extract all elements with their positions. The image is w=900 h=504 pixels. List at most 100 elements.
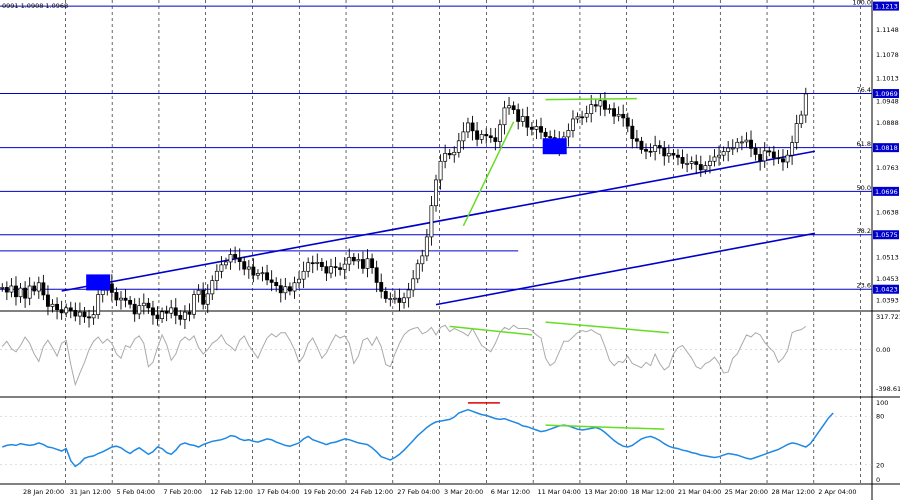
candle-body bbox=[520, 116, 525, 122]
candle-body bbox=[388, 298, 393, 300]
candle-body bbox=[59, 309, 64, 314]
time-axis-label: 18 Mar 12:00 bbox=[631, 488, 674, 496]
price-axis-label: 1.1013 bbox=[876, 74, 899, 82]
signal-marker bbox=[86, 274, 111, 291]
indicator1-min-label: -398.612 bbox=[876, 385, 900, 393]
candle-body bbox=[529, 126, 534, 130]
candle-body bbox=[612, 108, 617, 117]
candle-body bbox=[580, 116, 585, 119]
candle-body bbox=[150, 307, 155, 316]
candle-body bbox=[411, 278, 416, 291]
candle-body bbox=[543, 131, 548, 137]
candle-body bbox=[443, 153, 448, 162]
candle-body bbox=[799, 114, 804, 124]
candle-body bbox=[539, 126, 543, 133]
time-axis-label: 28 Mar 12:00 bbox=[771, 488, 814, 496]
candle-body bbox=[497, 124, 502, 142]
candle-body bbox=[237, 257, 242, 262]
candle-body bbox=[114, 292, 119, 301]
candle-body bbox=[735, 141, 740, 149]
candle-body bbox=[338, 267, 343, 270]
fib-price-tag-text: 1.0423 bbox=[875, 286, 898, 294]
candle-body bbox=[18, 287, 23, 298]
fib-price-tag-text: 1.0696 bbox=[875, 188, 898, 196]
candle-body bbox=[625, 117, 630, 127]
signal-marker bbox=[542, 138, 567, 155]
candle-body bbox=[333, 266, 338, 269]
time-axis-label: 6 Mar 12:00 bbox=[491, 488, 530, 496]
candle-body bbox=[233, 254, 238, 259]
candle-body bbox=[301, 270, 306, 280]
candle-body bbox=[255, 273, 260, 276]
chart-svg: 100.0 76.4 61.8 50.0 38.2 23.6 28 Jan 20:00 31… bbox=[0, 0, 900, 500]
candle-body bbox=[370, 258, 375, 269]
candle-body bbox=[0, 287, 5, 289]
price-axis-label: 1.0888 bbox=[876, 119, 899, 127]
candle-body bbox=[374, 267, 379, 283]
candle-body bbox=[438, 160, 443, 181]
candle-body bbox=[87, 316, 91, 319]
chart-root: 100.0 76.4 61.8 50.0 38.2 23.6 28 Jan 20:00 31… bbox=[0, 0, 900, 500]
candle-body bbox=[283, 286, 288, 294]
time-axis-label: 12 Feb 12:00 bbox=[210, 488, 253, 496]
price-axis-label: 1.0393 bbox=[876, 296, 899, 304]
candle-body bbox=[41, 282, 46, 296]
candle-body bbox=[484, 134, 489, 137]
candle-body bbox=[758, 154, 763, 162]
candle-body bbox=[55, 303, 60, 310]
candle-body bbox=[246, 266, 251, 270]
time-axis-label: 11 Mar 04:00 bbox=[538, 488, 581, 496]
candle-body bbox=[182, 311, 187, 320]
candle-body bbox=[685, 163, 690, 165]
candle-body bbox=[589, 104, 594, 114]
time-axis-label: 27 Feb 04:00 bbox=[397, 488, 440, 496]
candle-body bbox=[73, 310, 78, 317]
candle-body bbox=[794, 123, 799, 143]
candle-body bbox=[342, 263, 347, 270]
candle-body bbox=[329, 266, 333, 274]
candle-body bbox=[525, 116, 530, 128]
candle-body bbox=[178, 315, 183, 320]
candle-body bbox=[575, 116, 580, 120]
candle-body bbox=[534, 126, 539, 130]
candle-body bbox=[324, 266, 329, 274]
candle-body bbox=[593, 104, 598, 107]
candle-body bbox=[201, 289, 206, 305]
candle-body bbox=[68, 307, 73, 311]
candle-body bbox=[648, 150, 653, 153]
time-axis-label: 3 Mar 20:00 bbox=[444, 488, 483, 496]
candle-body bbox=[639, 140, 644, 150]
candle-body bbox=[717, 154, 722, 158]
candle-body bbox=[644, 149, 648, 152]
candle-body bbox=[187, 311, 192, 315]
candle-body bbox=[361, 259, 365, 269]
candle-body bbox=[242, 261, 247, 270]
price-axis-label: 1.0453 bbox=[876, 275, 899, 283]
candle-body bbox=[456, 140, 461, 153]
candle-body bbox=[292, 282, 297, 292]
candle-body bbox=[698, 164, 703, 171]
candle-body bbox=[141, 302, 146, 307]
time-axis-label: 13 Mar 20:00 bbox=[584, 488, 627, 496]
candle-body bbox=[109, 283, 114, 293]
candle-body bbox=[146, 302, 151, 309]
time-axis-label: 17 Feb 04:00 bbox=[257, 488, 300, 496]
candle-body bbox=[45, 294, 50, 307]
fib-price-tag-text: 1.1213 bbox=[875, 3, 898, 11]
candle-body bbox=[137, 305, 142, 315]
candle-body bbox=[630, 125, 635, 140]
candle-body bbox=[4, 287, 9, 293]
fib-level-label: 76.4 bbox=[857, 86, 871, 94]
candle-body bbox=[347, 256, 352, 265]
candle-body bbox=[488, 135, 493, 138]
time-axis-label: 25 Mar 20:00 bbox=[725, 488, 768, 496]
candle-body bbox=[771, 151, 776, 159]
candle-body bbox=[224, 261, 228, 266]
candle-body bbox=[205, 293, 210, 305]
candle-body bbox=[173, 307, 178, 316]
candle-body bbox=[662, 147, 667, 157]
candle-body bbox=[132, 303, 137, 315]
candle-body bbox=[548, 136, 553, 138]
candle-body bbox=[689, 161, 694, 164]
candle-body bbox=[730, 147, 735, 150]
